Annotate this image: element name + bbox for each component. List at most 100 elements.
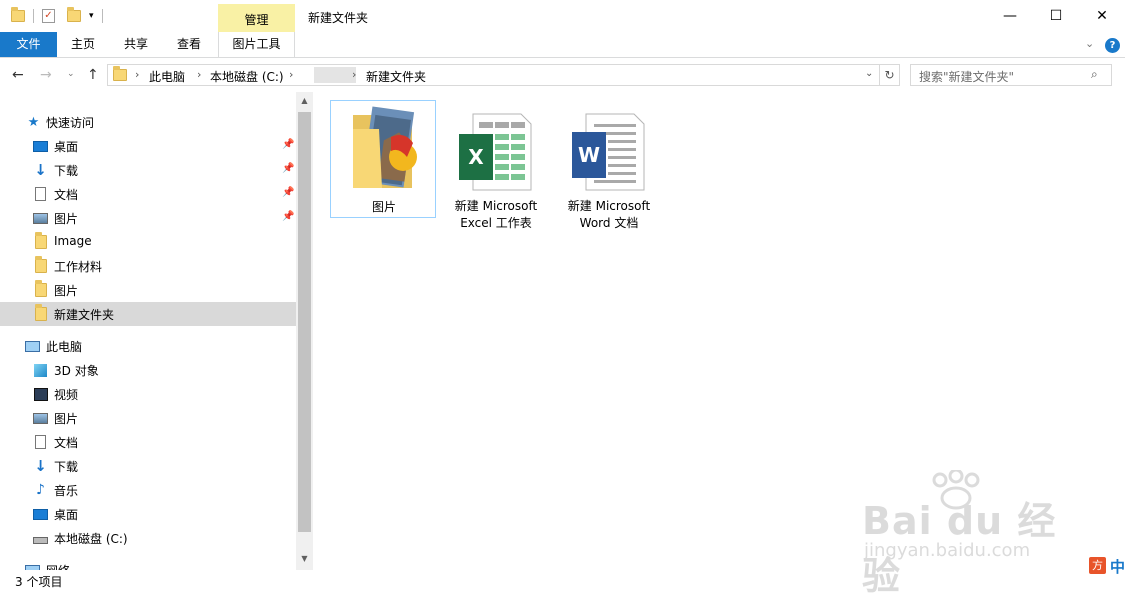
properties-icon[interactable]: ✓ xyxy=(42,9,55,23)
sidebar-item-documents[interactable]: 文档 📌 xyxy=(0,182,296,206)
help-button[interactable]: ? xyxy=(1105,38,1120,53)
star-icon: ★ xyxy=(27,114,40,130)
scroll-up-icon[interactable]: ▲ xyxy=(296,96,313,108)
refresh-icon: ↻ xyxy=(884,68,895,82)
chevron-down-icon: ⌄ xyxy=(1085,37,1095,50)
new-folder-icon[interactable] xyxy=(67,7,81,22)
sidebar-item-label: 快速访问 xyxy=(46,116,95,130)
breadcrumb-this-pc[interactable]: 此电脑 xyxy=(149,68,185,85)
maximize-button[interactable]: ☐ xyxy=(1033,0,1079,32)
sidebar-item-label: 网络 xyxy=(46,562,70,570)
window-title: 新建文件夹 xyxy=(308,11,369,25)
pin-icon[interactable]: 📌 xyxy=(282,163,294,174)
maximize-icon: ☐ xyxy=(1049,8,1063,24)
scroll-down-icon[interactable]: ▼ xyxy=(296,554,313,566)
sidebar-item-this-pc[interactable]: 此电脑 xyxy=(0,334,296,358)
file-item-excel[interactable]: X 新建 Microsoft Excel 工作表 xyxy=(443,100,549,230)
document-icon xyxy=(33,187,48,201)
sidebar-item-new-folder[interactable]: 新建文件夹 xyxy=(0,302,296,326)
sidebar-item-label: 桌面 xyxy=(54,508,79,522)
expand-ribbon-button[interactable]: ⌄ xyxy=(1085,37,1094,50)
tab-view[interactable]: 查看 xyxy=(166,32,212,57)
drive-icon xyxy=(33,531,48,545)
chevron-right-icon[interactable]: › xyxy=(289,68,293,81)
close-icon: ✕ xyxy=(1096,8,1108,24)
sidebar-item-label: 图片 xyxy=(54,212,79,226)
navigation-pane: ★ 快速访问 桌面 📌 ↓ 下载 📌 文档 📌 图片 📌 Image 工作材料 … xyxy=(0,92,296,570)
customize-qat-icon[interactable]: ▾ xyxy=(89,11,94,21)
folder-icon xyxy=(11,7,25,22)
file-item-word[interactable]: W 新建 Microsoft Word 文档 xyxy=(556,100,662,230)
download-icon: ↓ xyxy=(34,457,47,475)
tab-file[interactable]: 文件 xyxy=(0,32,57,57)
pin-icon[interactable]: 📌 xyxy=(282,139,294,150)
watermark-sub-text: jingyan.baidu.com xyxy=(864,540,1031,561)
sidebar-item-label: 文档 xyxy=(54,188,79,202)
refresh-button[interactable]: ↻ xyxy=(880,64,900,86)
search-input[interactable]: 搜索"新建文件夹" ⌕ xyxy=(910,64,1112,86)
file-label: 新建 Microsoft Excel 工作表 xyxy=(443,198,549,232)
pin-icon[interactable]: 📌 xyxy=(282,211,294,222)
sidebar-scrollbar[interactable]: ▲ ▼ xyxy=(296,92,313,570)
breadcrumb-current-folder[interactable]: 新建文件夹 xyxy=(366,68,426,85)
sidebar-item-pictures[interactable]: 图片 📌 xyxy=(0,206,296,230)
file-label: 图片 xyxy=(371,200,396,214)
manage-context-label[interactable]: 管理 xyxy=(218,11,295,28)
search-icon[interactable]: ⌕ xyxy=(1091,67,1098,82)
sidebar-item-downloads[interactable]: ↓ 下载 📌 xyxy=(0,158,296,182)
ime-indicator[interactable]: 方 中 xyxy=(1083,555,1125,577)
music-icon: ♪ xyxy=(36,482,45,498)
sidebar-item-pc-downloads[interactable]: ↓ 下载 xyxy=(0,454,296,478)
sidebar-item-work-materials[interactable]: 工作材料 xyxy=(0,254,296,278)
chevron-right-icon[interactable]: › xyxy=(197,68,201,81)
recent-locations-icon[interactable]: ⌄ xyxy=(67,69,75,79)
sidebar-item-label: 桌面 xyxy=(54,140,79,154)
file-item-pictures-folder[interactable]: 图片 xyxy=(330,100,436,218)
sidebar-item-network[interactable]: 网络 xyxy=(0,558,296,570)
sidebar-item-pc-desktop[interactable]: 桌面 xyxy=(0,502,296,526)
sidebar-item-videos[interactable]: 视频 xyxy=(0,382,296,406)
sidebar-item-label: 工作材料 xyxy=(54,260,103,274)
address-bar[interactable]: › 此电脑 › 本地磁盘 (C:) › › 新建文件夹 ⌄ xyxy=(107,64,880,86)
sidebar-item-pictures-folder[interactable]: 图片 xyxy=(0,278,296,302)
sidebar-item-image-folder[interactable]: Image xyxy=(0,230,296,254)
close-button[interactable]: ✕ xyxy=(1079,0,1125,32)
sidebar-item-label: 新建文件夹 xyxy=(54,308,115,322)
download-icon: ↓ xyxy=(34,161,47,179)
address-dropdown-icon[interactable]: ⌄ xyxy=(865,68,873,79)
file-label-line2: Word 文档 xyxy=(579,216,639,230)
pin-icon[interactable]: 📌 xyxy=(282,187,294,198)
sidebar-item-pc-documents[interactable]: 文档 xyxy=(0,430,296,454)
sidebar-item-3d-objects[interactable]: 3D 对象 xyxy=(0,358,296,382)
forward-arrow-icon[interactable]: → xyxy=(40,67,52,83)
chevron-right-icon[interactable]: › xyxy=(135,68,139,81)
sidebar-item-quick-access[interactable]: ★ 快速访问 xyxy=(0,110,296,134)
breadcrumb-local-disk[interactable]: 本地磁盘 (C:) xyxy=(210,68,284,85)
scroll-thumb[interactable] xyxy=(298,112,311,532)
chevron-right-icon[interactable]: › xyxy=(352,68,356,81)
folder-icon xyxy=(33,256,48,273)
sidebar-item-music[interactable]: ♪ 音乐 xyxy=(0,478,296,502)
sidebar-item-label: 下载 xyxy=(54,164,79,178)
back-arrow-icon[interactable]: ← xyxy=(12,67,24,83)
item-count: 3 个项目 xyxy=(15,575,63,589)
network-icon xyxy=(25,563,40,570)
quick-access-toolbar: ✓ ▾ xyxy=(11,6,103,26)
pictures-icon xyxy=(33,411,48,425)
sidebar-item-desktop[interactable]: 桌面 📌 xyxy=(0,134,296,158)
up-arrow-icon[interactable]: ↑ xyxy=(87,67,99,83)
sidebar-item-label: 音乐 xyxy=(54,484,79,498)
folder-icon xyxy=(113,66,127,81)
baidu-watermark-logo: Bai du 经验 jingyan.baidu.com xyxy=(862,470,1072,598)
tab-home[interactable]: 主页 xyxy=(60,32,106,57)
sidebar-item-pc-pictures[interactable]: 图片 xyxy=(0,406,296,430)
minimize-button[interactable]: — xyxy=(987,0,1033,32)
tab-picture-tools[interactable]: 图片工具 xyxy=(218,32,295,57)
cube-icon xyxy=(33,363,48,377)
sidebar-item-label: 图片 xyxy=(54,412,79,426)
tab-share[interactable]: 共享 xyxy=(113,32,159,57)
sidebar-item-local-disk[interactable]: 本地磁盘 (C:) xyxy=(0,526,296,550)
folder-icon xyxy=(33,232,48,249)
divider xyxy=(33,9,34,23)
divider xyxy=(101,9,103,23)
